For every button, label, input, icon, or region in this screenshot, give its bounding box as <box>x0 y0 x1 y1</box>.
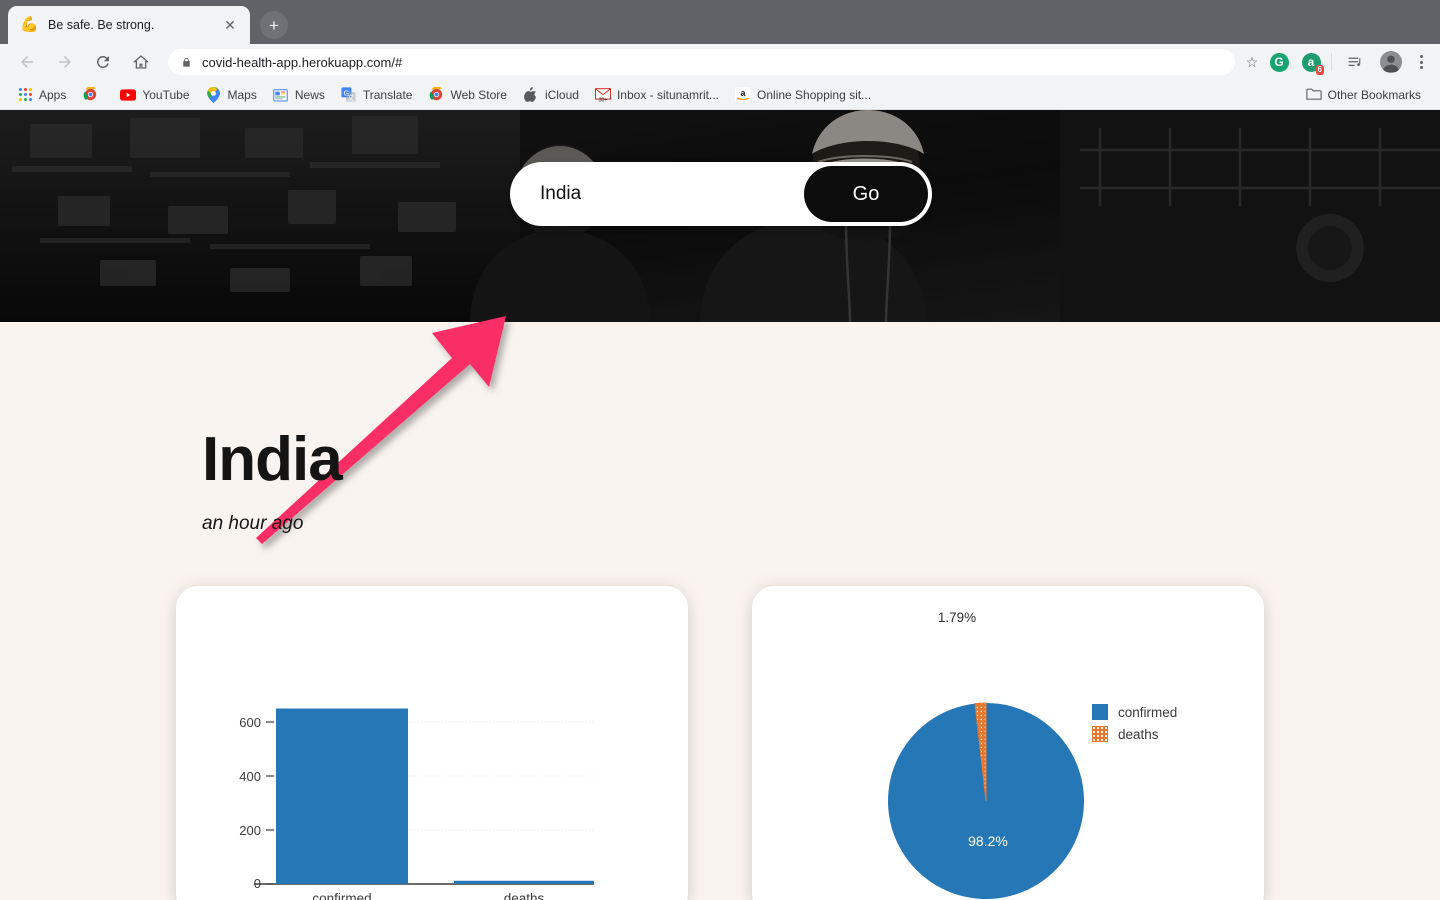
bar-deaths <box>454 880 594 884</box>
bookmark-label: iCloud <box>544 87 579 102</box>
close-icon[interactable]: ✕ <box>220 15 240 35</box>
bookmark-label: Maps <box>227 87 257 102</box>
y-tick-400: 400 <box>239 769 261 784</box>
amazon-icon: a <box>735 87 752 103</box>
apps-grid-icon <box>17 87 33 103</box>
bookmark-translate[interactable]: G文 Translate <box>334 84 420 106</box>
bookmark-label: Other Bookmarks <box>1327 87 1421 102</box>
tab-title: Be safe. Be strong. <box>48 18 155 32</box>
pie-label-confirmed: 98.2% <box>968 833 1008 849</box>
maps-pin-icon <box>206 86 222 103</box>
country-search-box[interactable]: Go <box>510 162 932 226</box>
browser-window: 💪 Be safe. Be strong. ✕ + covid-health-a… <box>0 0 1440 900</box>
google-news-icon <box>273 87 289 103</box>
bar-confirmed <box>276 708 408 884</box>
legend-item-confirmed[interactable]: confirmed <box>1092 704 1177 720</box>
url-text: covid-health-app.herokuapp.com/# <box>202 54 403 70</box>
amazon-assistant-extension-icon[interactable]: a 6 <box>1299 50 1324 75</box>
bookmark-star-icon[interactable]: ☆ <box>1241 54 1263 71</box>
other-bookmarks-folder[interactable]: Other Bookmarks <box>1299 84 1428 106</box>
bookmarks-bar: Apps YouTube Maps News G 文 Translate Web… <box>0 80 1440 110</box>
svg-text:30+: 30+ <box>599 97 608 102</box>
chrome-icon <box>428 87 444 103</box>
x-tick-confirmed: confirmed <box>312 891 371 900</box>
bookmark-label: Web Store <box>450 87 507 102</box>
bookmark-icloud[interactable]: iCloud <box>516 84 586 106</box>
tab-favicon-icon: 💪 <box>20 16 39 33</box>
chrome-menu-icon[interactable] <box>1410 55 1432 69</box>
new-tab-button[interactable]: + <box>260 11 288 39</box>
back-icon[interactable] <box>13 48 41 76</box>
bar-chart-card: 0 200 400 600 confirmed deaths <box>176 586 688 900</box>
bookmark-maps[interactable]: Maps <box>199 84 264 106</box>
bookmark-chrome-webstore[interactable] <box>75 84 111 106</box>
forward-icon[interactable] <box>51 48 79 76</box>
toolbar-divider <box>1331 53 1332 71</box>
browser-toolbar: covid-health-app.herokuapp.com/# ☆ G a 6 <box>0 44 1440 80</box>
legend-swatch-confirmed <box>1092 704 1108 720</box>
legend-item-deaths[interactable]: deaths <box>1092 726 1177 742</box>
y-tick-600: 600 <box>239 715 261 730</box>
bookmark-label: Apps <box>39 87 67 102</box>
legend-label: deaths <box>1118 726 1159 742</box>
bookmark-label: Translate <box>362 87 413 102</box>
apple-icon <box>523 87 539 103</box>
youtube-icon <box>120 87 137 103</box>
y-tick-0: 0 <box>254 876 261 891</box>
x-tick-deaths: deaths <box>504 891 545 900</box>
go-button[interactable]: Go <box>804 166 928 222</box>
bookmark-apps[interactable]: Apps <box>10 84 73 106</box>
last-updated-text: an hour ago <box>202 513 304 534</box>
bookmark-news[interactable]: News <box>266 84 332 106</box>
media-control-icon[interactable] <box>1341 48 1369 76</box>
bar-chart[interactable]: 0 200 400 600 confirmed deaths <box>176 586 688 900</box>
legend-label: confirmed <box>1118 704 1178 720</box>
page-title: India <box>202 425 343 494</box>
svg-text:文: 文 <box>348 93 355 102</box>
google-translate-icon: G文 <box>341 87 357 103</box>
pie-chart-card: 1.79% 98.2% confirmed deaths <box>752 586 1264 900</box>
search-input[interactable] <box>514 183 804 205</box>
extension-badge: 6 <box>1315 65 1324 75</box>
profile-avatar[interactable] <box>1380 51 1402 73</box>
pie-chart[interactable]: 1.79% 98.2% <box>752 586 1264 900</box>
tab-strip: 💪 Be safe. Be strong. ✕ + <box>0 0 1440 44</box>
pie-label-deaths: 1.79% <box>938 610 976 625</box>
address-bar[interactable]: covid-health-app.herokuapp.com/# <box>168 49 1235 75</box>
bookmark-label: Inbox - situnamrit... <box>616 87 720 102</box>
bookmark-label: YouTube <box>142 87 190 102</box>
bookmark-label: News <box>294 87 325 102</box>
hero-banner: Go <box>0 110 1440 322</box>
chrome-icon <box>82 87 98 103</box>
bookmark-youtube[interactable]: YouTube <box>113 84 196 106</box>
pie-legend: confirmed deaths <box>1092 704 1177 742</box>
bookmark-inbox[interactable]: 30+ Inbox - situnamrit... <box>588 84 726 106</box>
bookmark-label: Online Shopping sit... <box>757 87 872 102</box>
home-icon[interactable] <box>127 48 155 76</box>
bookmark-online-shopping[interactable]: a Online Shopping sit... <box>728 84 878 106</box>
svg-text:a: a <box>741 88 746 98</box>
legend-swatch-deaths <box>1092 726 1108 742</box>
y-tick-200: 200 <box>239 823 261 838</box>
page-content: Go India an hour ago <box>0 110 1440 900</box>
lock-icon <box>178 56 194 69</box>
gmail-icon: 30+ <box>594 87 611 103</box>
bookmark-web-store[interactable]: Web Store <box>421 84 513 106</box>
folder-icon <box>1305 87 1322 103</box>
reload-icon[interactable] <box>89 48 117 76</box>
grammarly-glyph: G <box>1269 52 1289 72</box>
grammarly-extension-icon[interactable]: G <box>1267 50 1291 74</box>
browser-tab[interactable]: 💪 Be safe. Be strong. ✕ <box>8 6 250 44</box>
